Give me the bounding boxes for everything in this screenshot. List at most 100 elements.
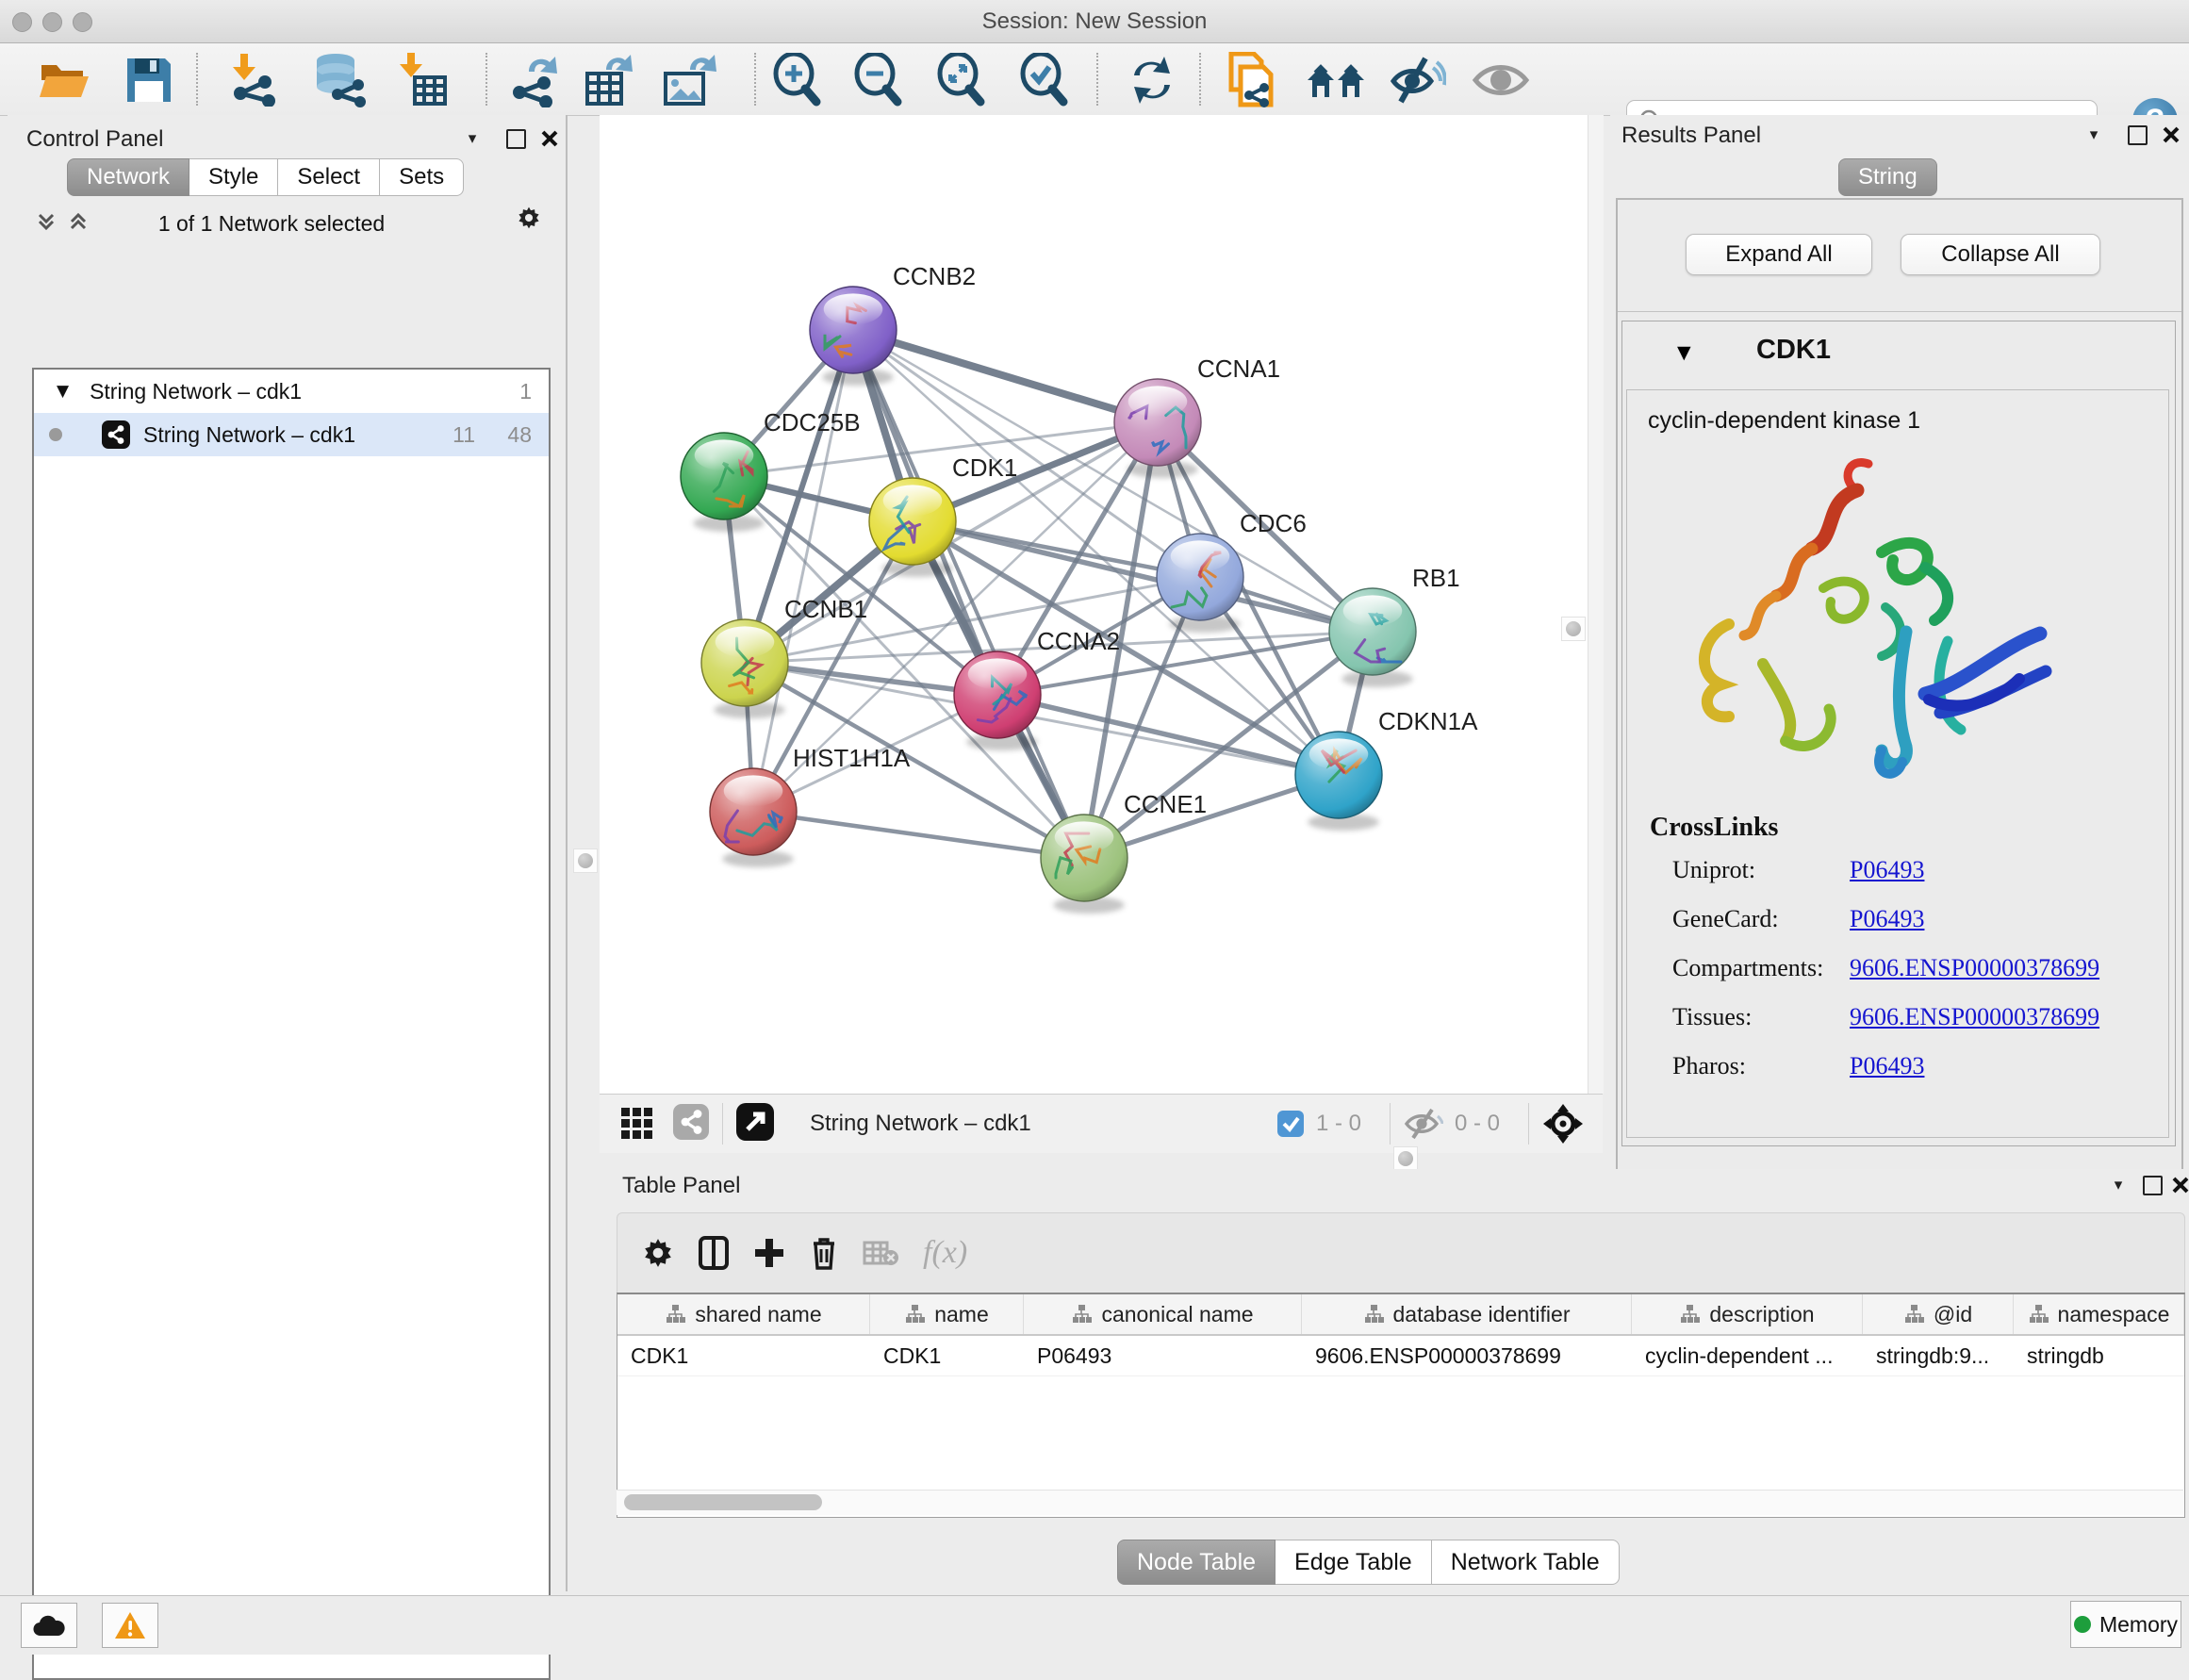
add-column-button[interactable]	[753, 1237, 785, 1269]
open-in-window-button[interactable]	[736, 1103, 774, 1145]
edge-CCNB2-CCNA1[interactable]	[853, 330, 1158, 422]
crosslink-link[interactable]: P06493	[1850, 905, 1924, 933]
expand-all-tree-button[interactable]	[66, 209, 91, 234]
column-header-namespace[interactable]: namespace	[2014, 1294, 2184, 1334]
network-row[interactable]: String Network – cdk1 11 48	[34, 413, 549, 456]
first-neighbors-button[interactable]	[1303, 55, 1371, 106]
collapse-all-tree-button[interactable]	[34, 209, 58, 234]
control-panel-close-button[interactable]	[537, 126, 562, 151]
edge-CDK1-RB1[interactable]	[913, 521, 1373, 632]
table-horizontal-scrollbar[interactable]	[617, 1490, 2183, 1515]
node-table[interactable]: shared namenamecanonical namedatabase id…	[617, 1293, 2185, 1518]
edge-CCNB2-RB1[interactable]	[853, 330, 1373, 632]
column-header-canonical-name[interactable]: canonical name	[1024, 1294, 1302, 1334]
cloud-status-button[interactable]	[21, 1603, 77, 1648]
crosslink-link[interactable]: 9606.ENSP00000378699	[1850, 954, 2099, 982]
attribute-tree-icon	[665, 1304, 685, 1325]
cell-namespace[interactable]: stringdb	[2014, 1336, 2184, 1375]
network-collection-row[interactable]: ▼ String Network – cdk1 1	[34, 370, 549, 413]
zoom-fit-button[interactable]	[928, 55, 996, 106]
cell-name[interactable]: CDK1	[870, 1336, 1024, 1375]
network-graph[interactable]: CCNB2CCNA1CDC25BCDK1CDC6RB1CCNB1CCNA2CDK…	[600, 115, 1588, 1094]
edge-CCNB2-CCNE1[interactable]	[853, 330, 1084, 858]
node-CDKN1A[interactable]: CDKN1A	[1295, 707, 1478, 831]
node-HIST1H1A[interactable]: HIST1H1A	[710, 744, 911, 867]
results-panel-menu-button[interactable]: ▾	[2082, 123, 2106, 147]
hide-selected-button[interactable]	[1384, 55, 1452, 106]
network-canvas-scrollbar[interactable]	[1588, 115, 1604, 1094]
table-panel-close-button[interactable]	[2168, 1173, 2189, 1197]
tab-network-table[interactable]: Network Table	[1432, 1540, 1620, 1585]
show-columns-button[interactable]	[699, 1236, 729, 1270]
column-header-name[interactable]: name	[870, 1294, 1024, 1334]
refresh-button[interactable]	[1118, 55, 1186, 106]
tree-expander-icon[interactable]: ▼	[57, 382, 69, 401]
tab-string[interactable]: String	[1838, 158, 1937, 196]
tab-style[interactable]: Style	[189, 158, 278, 196]
scrollbar-thumb[interactable]	[624, 1494, 822, 1510]
birds-eye-toggle-icon[interactable]	[1542, 1103, 1584, 1145]
import-table-file-button[interactable]	[388, 55, 456, 106]
refresh-icon	[1127, 55, 1177, 106]
table-panel-float-button[interactable]	[2140, 1173, 2164, 1197]
expand-all-button[interactable]: Expand All	[1686, 234, 1872, 275]
network-view-mode-button[interactable]	[673, 1104, 709, 1145]
cell-canonical-name[interactable]: P06493	[1024, 1336, 1302, 1375]
tab-sets[interactable]: Sets	[380, 158, 464, 196]
toolbar-divider	[754, 53, 756, 106]
table-row[interactable]: CDK1CDK1P064939606.ENSP00000378699cyclin…	[617, 1336, 2184, 1376]
zoom-selected-button[interactable]	[1011, 55, 1078, 106]
edge-CCNB2-HIST1H1A[interactable]	[753, 330, 853, 812]
right-splitter-grip[interactable]	[1561, 617, 1586, 641]
memory-button[interactable]: Memory	[2070, 1601, 2181, 1648]
selected-checkbox-icon[interactable]	[1276, 1110, 1305, 1138]
open-session-button[interactable]	[30, 55, 98, 106]
export-network-button[interactable]	[505, 55, 573, 106]
column-header--id[interactable]: @id	[1863, 1294, 2014, 1334]
bottom-splitter-grip[interactable]	[1393, 1146, 1418, 1171]
crosslink-link[interactable]: 9606.ENSP00000378699	[1850, 1003, 2099, 1031]
column-header-shared-name[interactable]: shared name	[617, 1294, 870, 1334]
duplicate-network-button[interactable]	[1218, 55, 1286, 106]
grid-mode-button[interactable]	[620, 1105, 654, 1144]
control-panel-menu-button[interactable]: ▾	[460, 126, 485, 151]
crosslink-link[interactable]: P06493	[1850, 1052, 1924, 1080]
results-panel-float-button[interactable]	[2125, 123, 2149, 147]
zoom-in-button[interactable]	[764, 55, 831, 106]
tab-edge-table[interactable]: Edge Table	[1276, 1540, 1432, 1585]
network-options-gear-button[interactable]	[517, 206, 541, 230]
import-network-file-button[interactable]	[221, 55, 288, 106]
import-network-database-button[interactable]	[305, 55, 373, 106]
crosslink-link[interactable]: P06493	[1850, 856, 1924, 884]
cell--id[interactable]: stringdb:9...	[1863, 1336, 2014, 1375]
left-splitter-grip[interactable]	[573, 848, 598, 873]
column-header-database-identifier[interactable]: database identifier	[1302, 1294, 1632, 1334]
tab-network[interactable]: Network	[67, 158, 189, 196]
node-CCNE1[interactable]: CCNE1	[1041, 790, 1207, 914]
node-RB1[interactable]: RB1	[1329, 564, 1460, 687]
hidden-eye-slash-icon[interactable]	[1404, 1108, 1443, 1140]
tab-node-table[interactable]: Node Table	[1117, 1540, 1276, 1585]
node-CDC6[interactable]: CDC6	[1157, 509, 1307, 633]
export-table-button[interactable]	[577, 55, 645, 106]
results-panel-close-button[interactable]	[2159, 123, 2183, 147]
section-collapse-icon[interactable]: ▼	[1677, 342, 1691, 363]
network-canvas[interactable]: CCNB2CCNA1CDC25BCDK1CDC6RB1CCNB1CCNA2CDK…	[600, 115, 1588, 1094]
cell-database-identifier[interactable]: 9606.ENSP00000378699	[1302, 1336, 1632, 1375]
warnings-button[interactable]	[102, 1603, 158, 1648]
save-session-button[interactable]	[115, 55, 183, 106]
edge-HIST1H1A-CCNE1[interactable]	[753, 812, 1084, 858]
edge-CCNA2-CDKN1A[interactable]	[997, 695, 1339, 775]
collapse-all-button[interactable]: Collapse All	[1901, 234, 2100, 275]
table-options-gear-button[interactable]	[642, 1237, 674, 1269]
table-panel-menu-button[interactable]: ▾	[2106, 1173, 2131, 1197]
cell-description[interactable]: cyclin-dependent ...	[1632, 1336, 1863, 1375]
show-all-button[interactable]	[1467, 55, 1535, 106]
cell-shared-name[interactable]: CDK1	[617, 1336, 870, 1375]
delete-column-button[interactable]	[810, 1236, 838, 1270]
column-header-description[interactable]: description	[1632, 1294, 1863, 1334]
zoom-out-button[interactable]	[845, 55, 913, 106]
export-image-button[interactable]	[656, 55, 724, 106]
control-panel-float-button[interactable]	[503, 126, 528, 151]
tab-select[interactable]: Select	[278, 158, 380, 196]
